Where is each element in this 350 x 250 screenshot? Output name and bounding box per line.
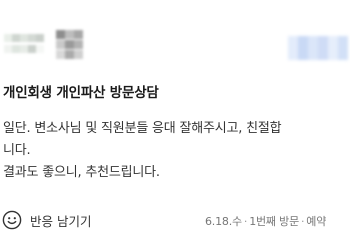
blur-block <box>28 34 36 42</box>
blur-block <box>308 36 318 60</box>
blur-block <box>56 50 65 59</box>
blur-block <box>65 40 74 49</box>
blur-block <box>12 34 20 42</box>
blur-block <box>328 36 338 60</box>
blur-block <box>318 36 328 60</box>
blur-block <box>20 34 28 42</box>
review-card: 개인회생 개인파산 방문상담 일단. 변소사님 및 직원분들 응대 잘해주시고,… <box>0 0 350 250</box>
blur-block <box>4 34 12 42</box>
blur-block <box>298 36 308 60</box>
blur-block <box>36 34 44 42</box>
visit-count: 1번째 방문 <box>249 215 299 228</box>
blur-block <box>288 36 298 60</box>
author-avatar[interactable] <box>4 34 50 56</box>
review-line: 결과도 좋으니, 추천드립니다. <box>3 165 160 180</box>
smile-icon <box>2 210 22 230</box>
review-line: 니다. <box>3 143 31 158</box>
visit-meta: 6.18.수 · 1번째 방문 · 예약 <box>205 213 326 229</box>
reaction-label: 반응 남기기 <box>30 213 92 229</box>
blur-block <box>338 36 348 60</box>
blur-block <box>65 30 74 39</box>
blur-block <box>4 45 12 53</box>
blur-block <box>74 40 83 49</box>
blur-block <box>74 30 83 39</box>
follow-button-blurred[interactable] <box>288 36 350 60</box>
blur-block <box>36 45 44 53</box>
visit-title: 개인회생 개인파산 방문상담 <box>3 85 159 101</box>
visit-date: 6.18.수 <box>205 215 242 228</box>
blur-block <box>65 50 74 59</box>
blur-block <box>74 50 83 59</box>
blur-block <box>56 40 65 49</box>
review-line: 일단. 변소사님 및 직원분들 응대 잘해주시고, 친절합 <box>3 121 282 136</box>
author-row <box>0 20 350 65</box>
author-name-blurred[interactable] <box>56 30 84 60</box>
leave-reaction-button[interactable]: 반응 남기기 <box>2 209 91 231</box>
reservation-label: 예약 <box>306 215 327 228</box>
meta-separator: · <box>301 215 305 228</box>
blur-block <box>20 45 28 53</box>
review-text: 일단. 변소사님 및 직원분들 응대 잘해주시고, 친절합 니다. 결과도 좋으… <box>3 118 347 184</box>
review-footer: 반응 남기기 6.18.수 · 1번째 방문 · 예약 <box>0 207 350 235</box>
blur-block <box>12 45 20 53</box>
blur-block <box>56 30 65 39</box>
blur-block <box>28 45 36 53</box>
meta-separator: · <box>243 215 248 228</box>
